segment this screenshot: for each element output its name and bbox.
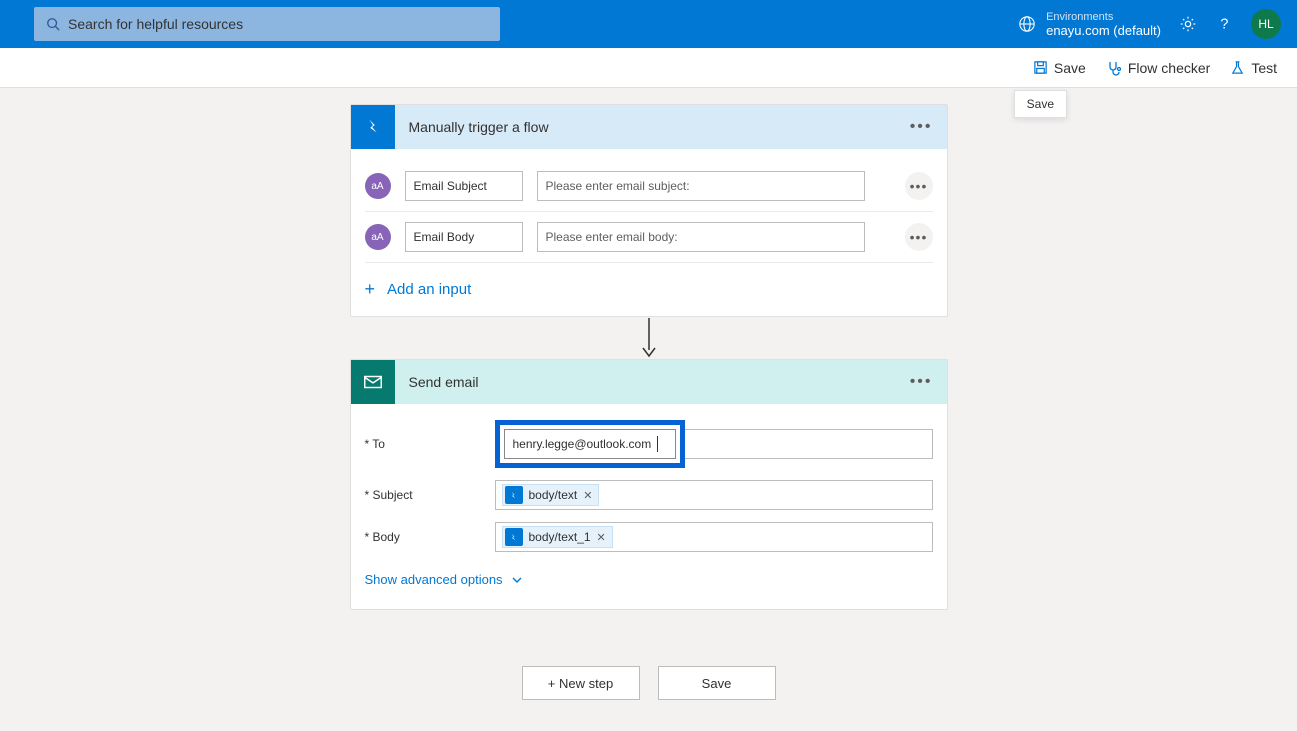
trigger-card: Manually trigger a flow ••• aA Email Sub… — [350, 104, 948, 317]
advanced-label: Show advanced options — [365, 572, 503, 587]
env-label: Environments — [1046, 11, 1161, 23]
help-icon[interactable]: ? — [1215, 15, 1233, 33]
search-box[interactable] — [34, 7, 500, 41]
add-input-label: Add an input — [387, 281, 471, 298]
new-step-button[interactable]: + New step — [522, 666, 640, 700]
body-input[interactable]: body/text_1 ✕ — [495, 522, 933, 552]
trigger-header[interactable]: Manually trigger a flow ••• — [351, 105, 947, 149]
flow-canvas: Manually trigger a flow ••• aA Email Sub… — [0, 88, 1297, 730]
save-label: Save — [1054, 60, 1086, 76]
header-right: Environments enayu.com (default) ? HL — [1018, 9, 1281, 39]
plus-icon: + — [365, 279, 376, 300]
subject-input[interactable]: body/text ✕ — [495, 480, 933, 510]
search-input[interactable] — [68, 16, 488, 32]
svg-text:?: ? — [1220, 17, 1228, 33]
input-row: aA Email Subject Please enter email subj… — [365, 161, 933, 212]
show-advanced-button[interactable]: Show advanced options — [351, 558, 947, 605]
token-remove-icon[interactable]: ✕ — [583, 489, 592, 502]
to-input[interactable]: henry.legge@outlook.com — [504, 429, 676, 459]
action-header[interactable]: Send email ••• — [351, 360, 947, 404]
avatar[interactable]: HL — [1251, 9, 1281, 39]
env-value: enayu.com (default) — [1046, 23, 1161, 38]
input-ellipsis-icon[interactable]: ••• — [905, 172, 933, 200]
action-card: Send email ••• * To henry.legge@outlook.… — [350, 359, 948, 610]
connector-arrow-icon — [639, 317, 659, 359]
input-placeholder[interactable]: Please enter email subject: — [537, 171, 865, 201]
token-label: body/text — [529, 488, 578, 502]
subject-label: * Subject — [365, 488, 485, 502]
dynamic-token[interactable]: body/text ✕ — [502, 484, 600, 506]
gear-icon[interactable] — [1179, 15, 1197, 33]
flask-icon — [1230, 60, 1245, 75]
save-tooltip: Save — [1014, 90, 1067, 118]
flow-checker-label: Flow checker — [1128, 60, 1210, 76]
to-label: * To — [365, 437, 485, 451]
test-button[interactable]: Test — [1230, 60, 1277, 76]
to-value: henry.legge@outlook.com — [513, 437, 652, 451]
command-bar: Save Flow checker Test Save — [0, 48, 1297, 88]
action-ellipsis-icon[interactable]: ••• — [910, 373, 933, 391]
chevron-down-icon — [511, 574, 523, 586]
token-remove-icon[interactable]: ✕ — [597, 531, 606, 544]
input-ellipsis-icon[interactable]: ••• — [905, 223, 933, 251]
search-icon — [46, 17, 60, 31]
save-button[interactable]: Save — [1033, 60, 1086, 76]
trigger-icon — [351, 105, 395, 149]
save-icon — [1033, 60, 1048, 75]
token-label: body/text_1 — [529, 530, 591, 544]
body-label: * Body — [365, 530, 485, 544]
text-type-icon: aA — [365, 173, 391, 199]
test-label: Test — [1251, 60, 1277, 76]
bottom-buttons: + New step Save — [522, 666, 776, 700]
text-type-icon: aA — [365, 224, 391, 250]
flow-checker-button[interactable]: Flow checker — [1106, 60, 1210, 76]
top-header: Environments enayu.com (default) ? HL — [0, 0, 1297, 48]
subject-row: * Subject body/text ✕ — [351, 474, 947, 516]
input-placeholder[interactable]: Please enter email body: — [537, 222, 865, 252]
token-icon — [505, 528, 523, 546]
input-name[interactable]: Email Body — [405, 222, 523, 252]
trigger-ellipsis-icon[interactable]: ••• — [910, 118, 933, 136]
mail-icon — [351, 360, 395, 404]
input-row: aA Email Body Please enter email body: •… — [365, 212, 933, 263]
add-input-button[interactable]: + Add an input — [365, 263, 933, 312]
to-row: * To henry.legge@outlook.com — [351, 414, 947, 474]
bottom-save-button[interactable]: Save — [658, 666, 776, 700]
token-icon — [505, 486, 523, 504]
action-title: Send email — [395, 374, 910, 390]
stethoscope-icon — [1106, 60, 1122, 76]
body-row: * Body body/text_1 ✕ — [351, 516, 947, 558]
trigger-title: Manually trigger a flow — [395, 119, 910, 135]
text-cursor-icon — [657, 436, 658, 452]
to-field-highlight: henry.legge@outlook.com — [495, 420, 685, 468]
globe-icon — [1018, 15, 1036, 33]
environment-picker[interactable]: Environments enayu.com (default) — [1018, 11, 1161, 38]
input-name[interactable]: Email Subject — [405, 171, 523, 201]
dynamic-token[interactable]: body/text_1 ✕ — [502, 526, 613, 548]
